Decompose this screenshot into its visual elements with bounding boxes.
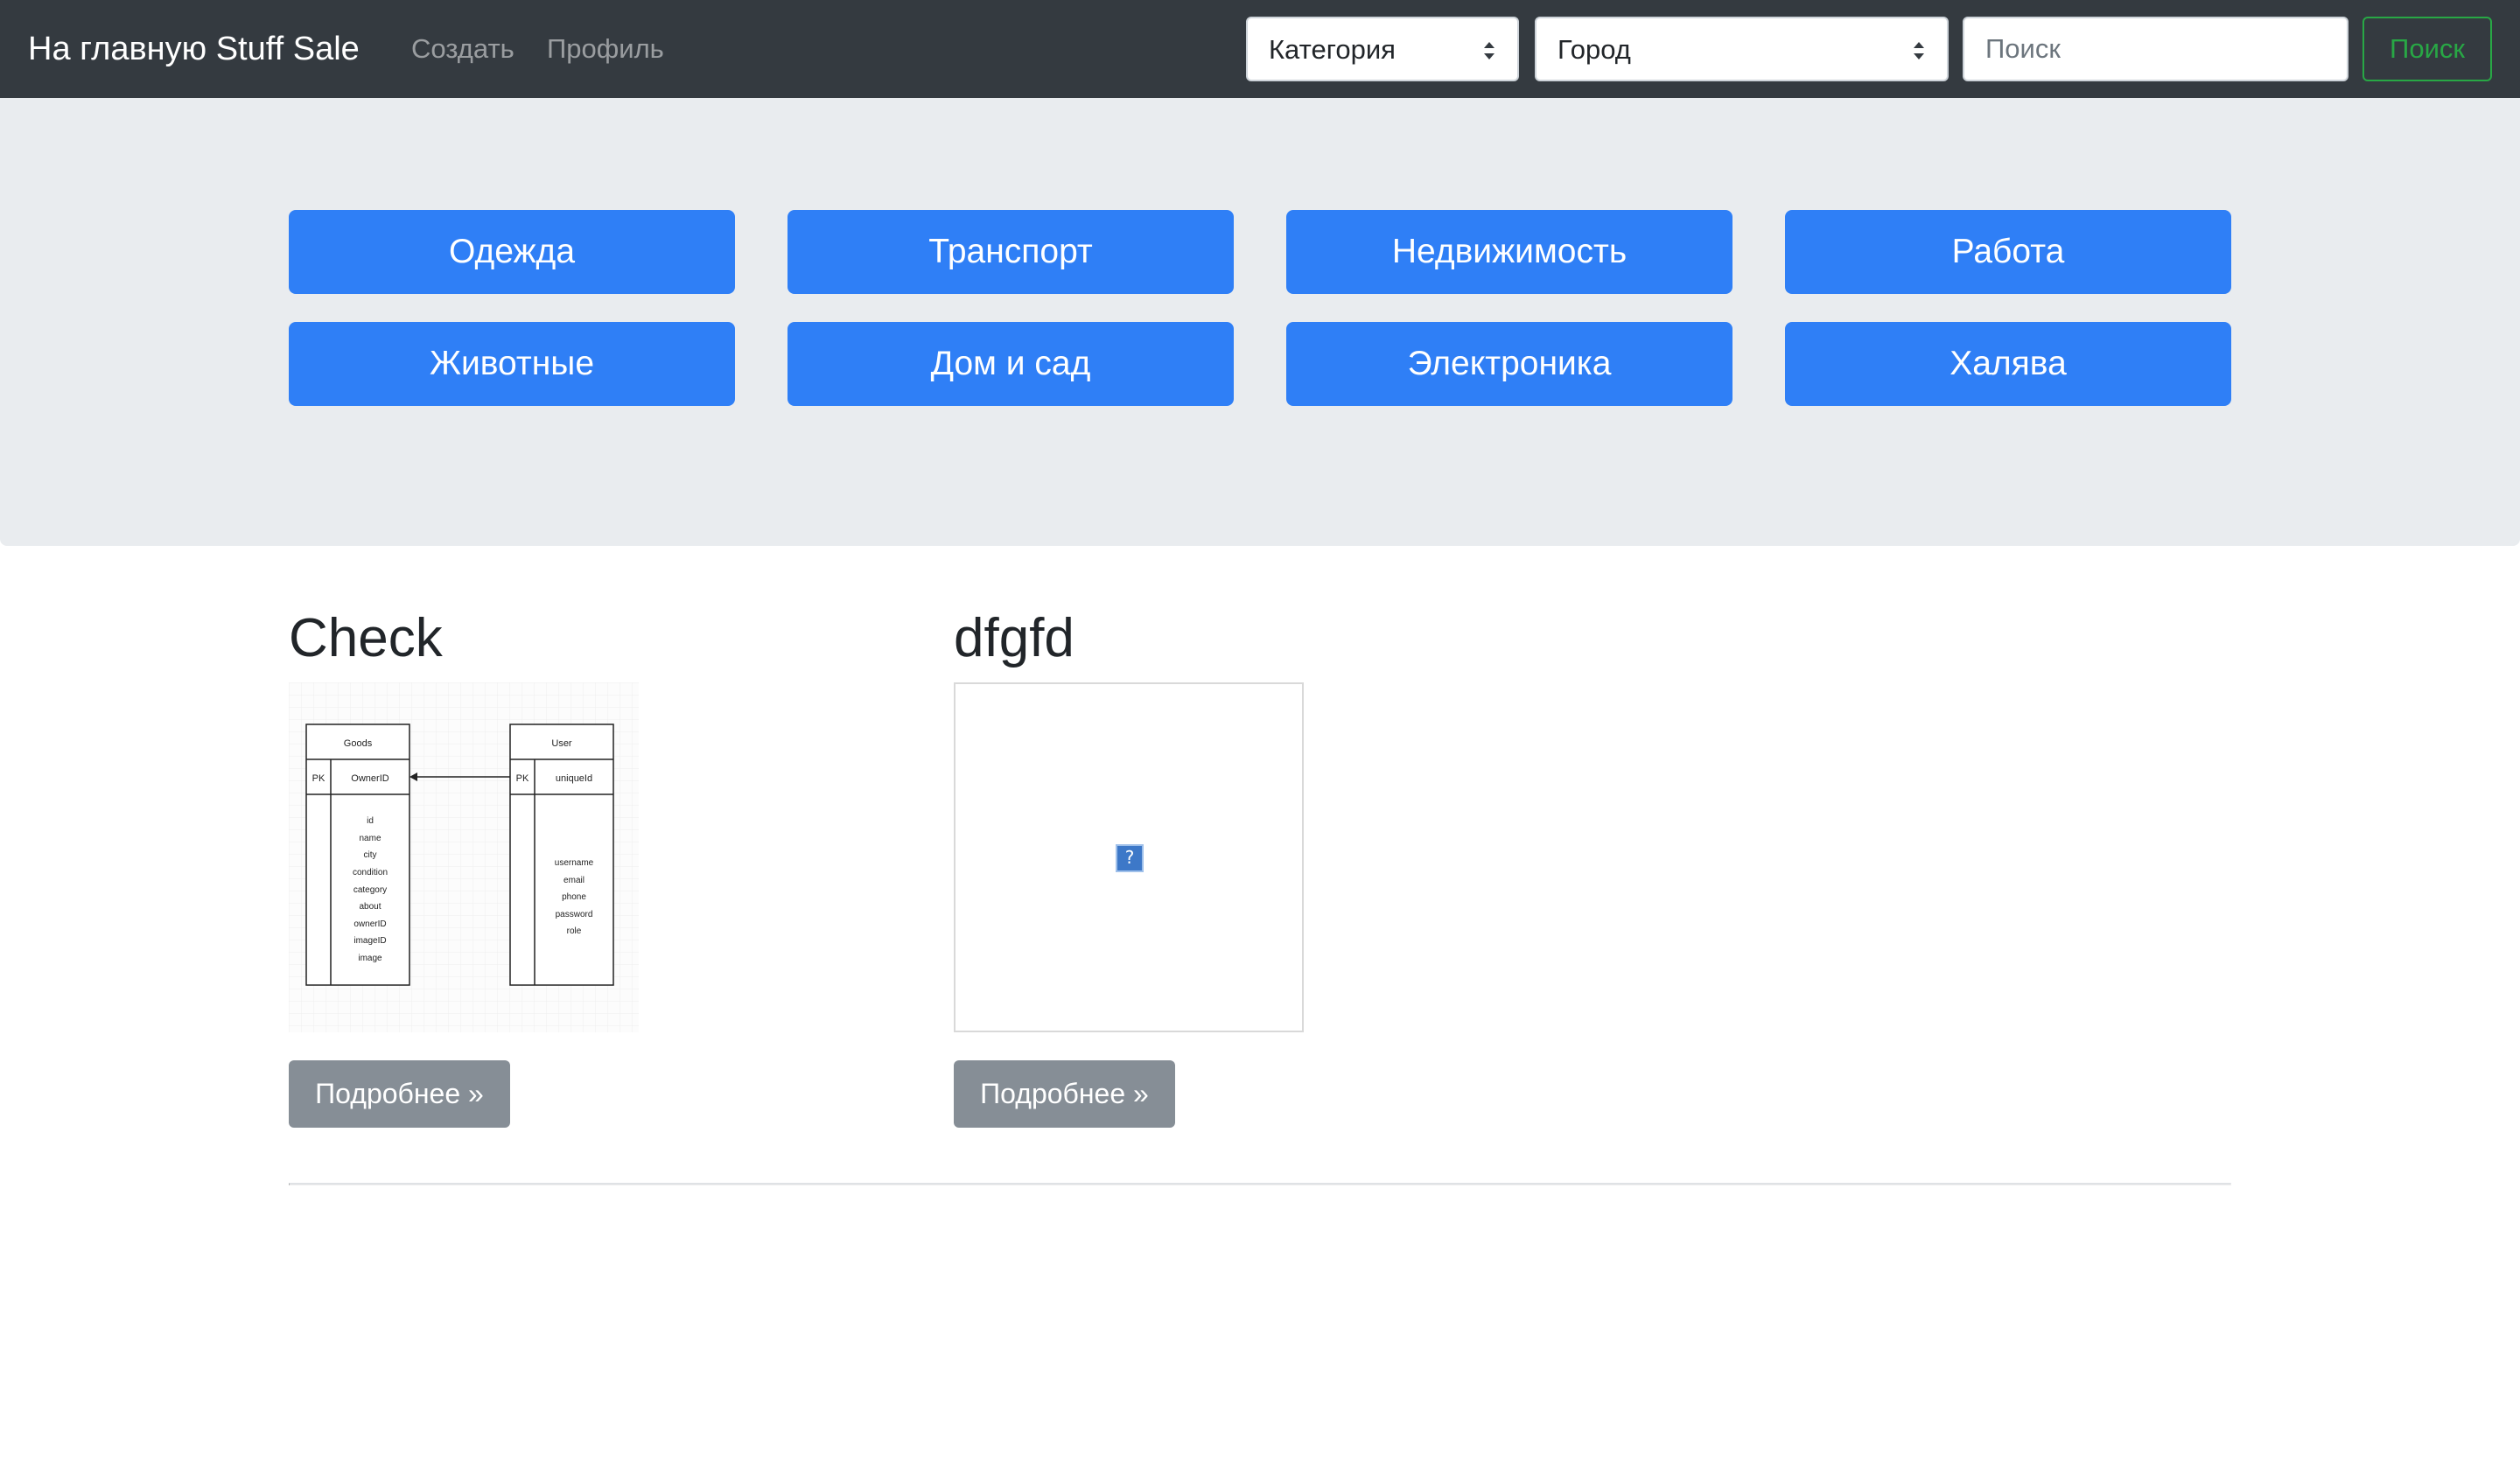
category-button-animals[interactable]: Животные	[289, 322, 735, 406]
svg-text:PK: PK	[516, 773, 529, 784]
svg-text:role: role	[567, 926, 582, 936]
city-select-value: Город	[1558, 34, 1631, 65]
item-thumbnail-broken[interactable]: ?	[954, 682, 1304, 1032]
svg-text:phone: phone	[562, 892, 586, 902]
category-button-transport[interactable]: Транспорт	[788, 210, 1234, 294]
item-title: Check	[289, 608, 443, 668]
svg-text:category: category	[354, 885, 387, 895]
top-navbar: На главную Stuff Sale Создать Профиль Ка…	[0, 0, 2520, 98]
brand-home-link[interactable]: На главную Stuff Sale	[28, 26, 360, 72]
svg-text:id: id	[367, 816, 374, 826]
category-button-jobs[interactable]: Работа	[1785, 210, 2231, 294]
category-select-value: Категория	[1269, 34, 1396, 65]
item-thumbnail-diagram[interactable]: Goods PK OwnerID id name city condition …	[289, 682, 639, 1032]
content-divider	[289, 1183, 2231, 1185]
svg-text:condition: condition	[353, 868, 388, 877]
svg-text:password: password	[556, 910, 593, 919]
details-button[interactable]: Подробнее »	[954, 1060, 1175, 1128]
svg-text:OwnerID: OwnerID	[351, 773, 388, 784]
details-button[interactable]: Подробнее »	[289, 1060, 510, 1128]
search-button[interactable]: Поиск	[2362, 17, 2492, 81]
category-button-clothes[interactable]: Одежда	[289, 210, 735, 294]
svg-text:city: city	[364, 850, 377, 860]
search-input[interactable]	[1963, 17, 2348, 81]
er-diagram-image: Goods PK OwnerID id name city condition …	[289, 682, 639, 1032]
categories-panel: Одежда Транспорт Недвижимость Работа Жив…	[0, 98, 2520, 546]
category-button-home-garden[interactable]: Дом и сад	[788, 322, 1234, 406]
broken-image-icon: ?	[1116, 844, 1144, 872]
select-arrows-icon	[1914, 42, 1924, 59]
svg-text:image: image	[358, 954, 382, 963]
svg-text:uniqueId: uniqueId	[556, 773, 592, 784]
svg-text:ownerID: ownerID	[354, 919, 386, 929]
svg-text:Goods: Goods	[344, 738, 373, 749]
category-select[interactable]: Категория	[1246, 17, 1519, 81]
select-arrows-icon	[1484, 42, 1494, 59]
svg-text:PK: PK	[312, 773, 326, 784]
category-button-realty[interactable]: Недвижимость	[1286, 210, 1732, 294]
category-button-free[interactable]: Халява	[1785, 322, 2231, 406]
nav-link-profile[interactable]: Профиль	[547, 30, 664, 68]
svg-text:User: User	[551, 738, 572, 749]
nav-link-create[interactable]: Создать	[411, 30, 514, 68]
category-button-electronics[interactable]: Электроника	[1286, 322, 1732, 406]
svg-text:name: name	[359, 834, 381, 843]
svg-text:username: username	[555, 858, 594, 868]
item-title: dfgfd	[954, 608, 1074, 668]
city-select[interactable]: Город	[1535, 17, 1949, 81]
svg-text:email: email	[564, 876, 584, 885]
svg-text:about: about	[359, 902, 381, 912]
svg-text:imageID: imageID	[354, 936, 386, 946]
